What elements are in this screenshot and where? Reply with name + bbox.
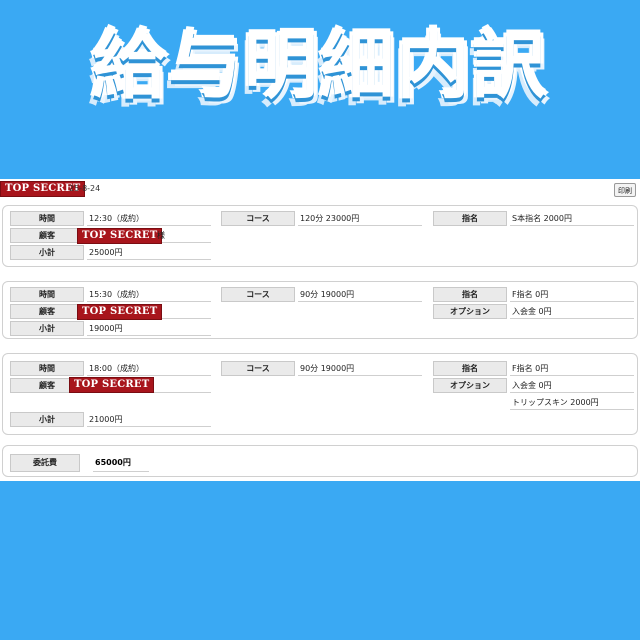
total-card: 委託費 65000円 — [2, 445, 638, 477]
course-label: コース — [221, 361, 295, 376]
time-value: 15:30（成約） — [87, 287, 211, 302]
payslip-sheet: TOP SECRET 25-8-24 印刷 時間 12:30（成約） 顧客 TO… — [0, 179, 640, 481]
time-value: 12:30（成約） — [87, 211, 211, 226]
subtotal-value: 19000円 — [87, 321, 211, 336]
course-value: 120分 23000円 — [298, 211, 422, 226]
option-label: オプション — [433, 304, 507, 319]
course-value: 90分 19000円 — [298, 361, 422, 376]
subtotal-value: 21000円 — [87, 412, 211, 427]
nomination-value: F指名 0円 — [510, 361, 634, 376]
option-value: 入会金 0円 — [510, 304, 634, 319]
course-value: 90分 19000円 — [298, 287, 422, 302]
subtotal-label: 小計 — [10, 245, 84, 260]
nomination-label: 指名 — [433, 287, 507, 302]
time-label: 時間 — [10, 361, 84, 376]
commission-label: 委託費 — [10, 454, 80, 472]
option-value: トリップスキン 2000円 — [510, 395, 634, 410]
course-label: コース — [221, 211, 295, 226]
page-title: 給与明細内訳 — [92, 23, 548, 109]
entry-card-1: 時間 12:30（成約） 顧客 TOP SECRET 様 小計 25000円 コ… — [2, 205, 638, 267]
customer-redaction-stamp: TOP SECRET — [77, 304, 163, 320]
customer-label: 顧客 — [10, 304, 84, 319]
print-button[interactable]: 印刷 — [614, 183, 636, 197]
customer-value: TOP SECRET 様 — [77, 228, 211, 244]
entry-card-2: 時間 15:30（成約） 顧客 TOP SECRET 小計 19000円 コース… — [2, 281, 638, 339]
subtotal-label: 小計 — [10, 321, 84, 336]
customer-value: TOP SECRET — [77, 304, 211, 320]
subtotal-value: 25000円 — [87, 245, 211, 260]
nomination-label: 指名 — [433, 361, 507, 376]
customer-redaction-stamp: TOP SECRET — [69, 377, 155, 393]
date-label: 25-8-24 — [69, 184, 101, 193]
time-label: 時間 — [10, 287, 84, 302]
time-value: 18:00（成約） — [87, 361, 211, 376]
subtotal-label: 小計 — [10, 412, 84, 427]
option-value: 入会金 0円 — [510, 378, 634, 393]
customer-redaction-stamp: TOP SECRET — [77, 228, 163, 244]
nomination-value: S本指名 2000円 — [510, 211, 634, 226]
course-label: コース — [221, 287, 295, 302]
option-label: オプション — [433, 378, 507, 393]
customer-label: 顧客 — [10, 228, 84, 243]
nomination-label: 指名 — [433, 211, 507, 226]
entry-card-3: 時間 18:00（成約） 顧客 TOP SECRET 小計 21000円 コース… — [2, 353, 638, 435]
commission-value: 65000円 — [93, 454, 149, 472]
time-label: 時間 — [10, 211, 84, 226]
customer-suffix: 様 — [157, 231, 165, 240]
customer-value: TOP SECRET — [69, 377, 211, 393]
nomination-value: F指名 0円 — [510, 287, 634, 302]
header-bar: TOP SECRET 25-8-24 印刷 — [0, 179, 640, 201]
